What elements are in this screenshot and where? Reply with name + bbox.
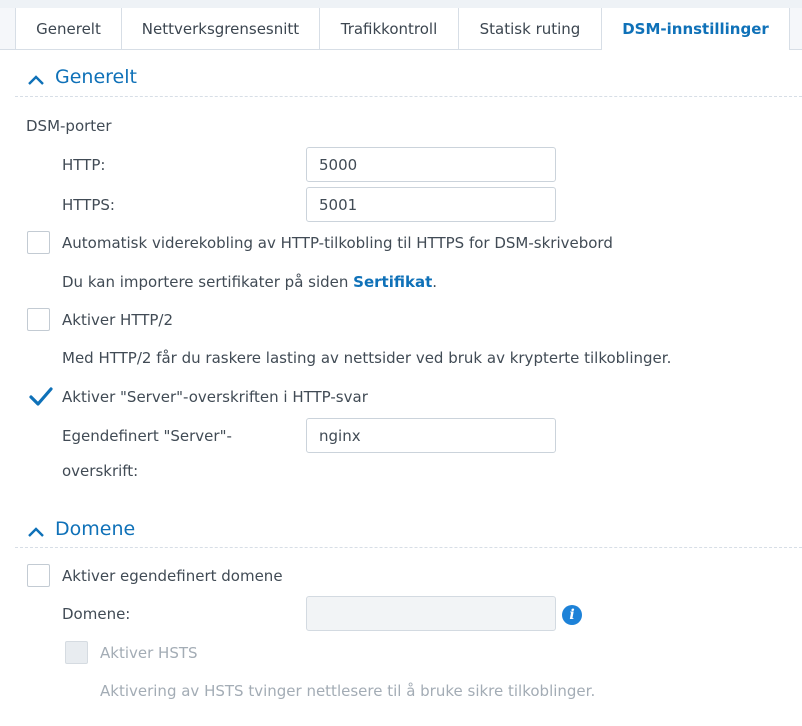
section-title-domene: Domene (55, 518, 136, 540)
certificate-link[interactable]: Sertifikat (353, 273, 432, 291)
redirect-https-checkbox[interactable] (27, 231, 50, 254)
http-port-input[interactable] (306, 147, 556, 182)
http2-label: Aktiver HTTP/2 (62, 311, 174, 329)
http-port-label: HTTP: (62, 156, 106, 174)
section-header-domene[interactable]: Domene (26, 518, 135, 540)
http2-note: Med HTTP/2 får du raskere lasting av net… (62, 349, 672, 367)
custom-server-label-line2: overskrift: (62, 462, 139, 480)
http2-checkbox[interactable] (27, 308, 50, 331)
hsts-label: Aktiver HSTS (100, 644, 198, 662)
section-title-generelt: Generelt (55, 66, 137, 88)
section-divider (15, 547, 802, 548)
hsts-checkbox[interactable] (65, 641, 88, 664)
https-port-input[interactable] (306, 187, 556, 222)
custom-domain-checkbox[interactable] (27, 564, 50, 587)
certificate-note-end: . (432, 273, 438, 291)
certificate-note: Du kan importere sertifikater på siden S… (62, 273, 437, 291)
tab-trafikkontroll[interactable]: Trafikkontroll (320, 8, 459, 49)
tab-dsm-innstillinger[interactable]: DSM-innstillinger (602, 8, 790, 50)
info-icon[interactable]: i (562, 605, 582, 625)
custom-domain-label: Aktiver egendefinert domene (62, 567, 283, 585)
chevron-up-icon (26, 522, 46, 537)
section-header-generelt[interactable]: Generelt (26, 66, 137, 88)
custom-server-input[interactable] (306, 418, 556, 453)
certificate-note-text: Du kan importere sertifikater på siden (62, 273, 354, 291)
hsts-note: Aktivering av HSTS tvinger nettlesere ti… (100, 682, 596, 700)
checkmark-icon (29, 387, 53, 406)
tab-statisk-ruting[interactable]: Statisk ruting (459, 8, 602, 49)
dsm-ports-label: DSM-porter (26, 117, 112, 135)
tab-generelt[interactable]: Generelt (15, 8, 122, 49)
redirect-https-label: Automatisk viderekobling av HTTP-tilkobl… (62, 234, 613, 252)
tab-nettverksgrensesnitt[interactable]: Nettverksgrensesnitt (122, 8, 320, 49)
server-header-label: Aktiver "Server"-overskriften i HTTP-sva… (62, 388, 368, 406)
section-divider (15, 96, 802, 97)
custom-server-label-line1: Egendefinert "Server"- (62, 427, 232, 445)
tab-bar: Generelt Nettverksgrensesnitt Trafikkont… (0, 0, 802, 50)
domain-label: Domene: (62, 605, 131, 623)
domain-input[interactable] (306, 596, 556, 631)
server-header-checkbox[interactable] (27, 385, 53, 408)
chevron-up-icon (26, 70, 46, 85)
https-port-label: HTTPS: (62, 196, 115, 214)
